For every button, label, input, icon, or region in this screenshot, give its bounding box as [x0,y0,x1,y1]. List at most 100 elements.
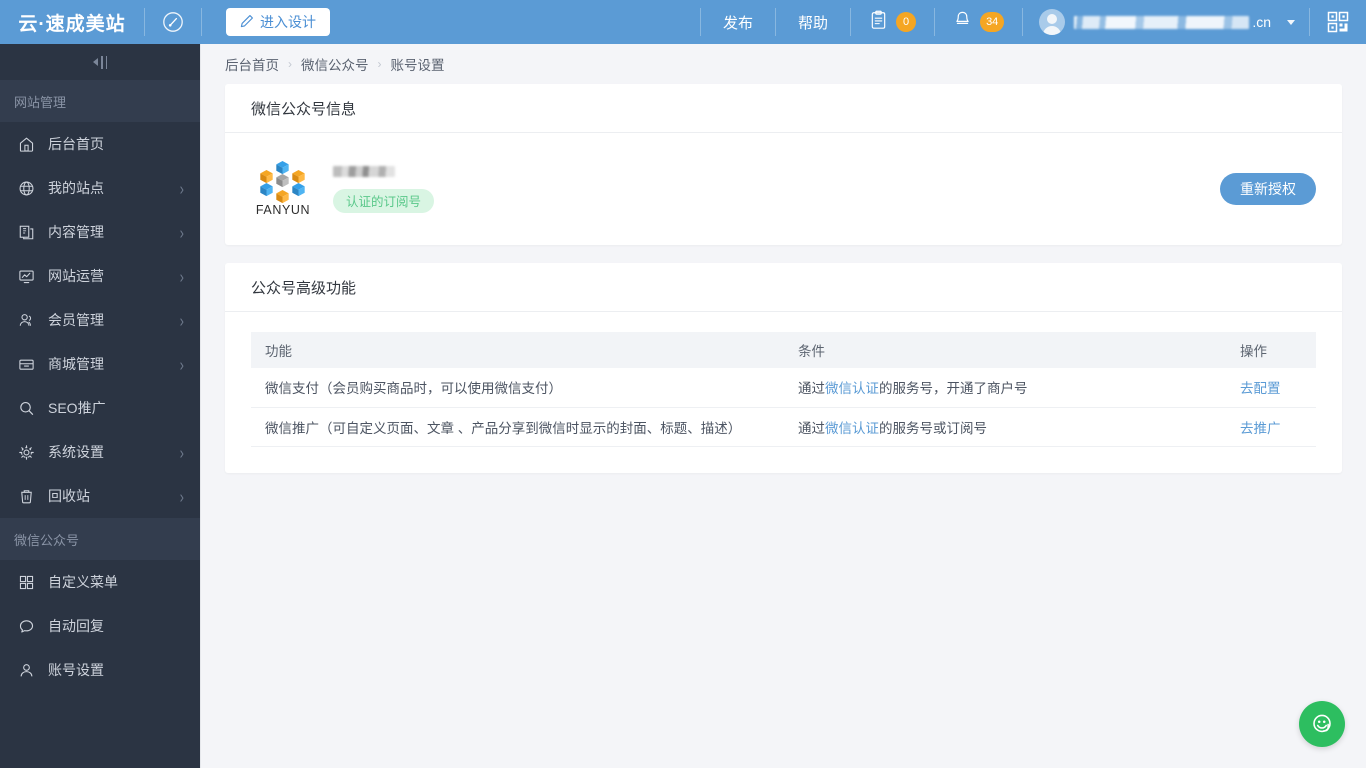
wechat-account-name-redacted [333,165,395,177]
sidebar-item-dashboard[interactable]: 后台首页 [0,122,200,166]
grid-icon [18,574,40,591]
cell-feature: 微信支付（会员购买商品时，可以使用微信支付） [251,368,784,408]
sidebar-item-label: 内容管理 [48,224,104,240]
enter-design-label: 进入设计 [260,14,316,30]
collapse-bar-icon [101,55,103,69]
sidebar-item-label: 自定义菜单 [48,574,118,590]
sidebar-item-label: 会员管理 [48,312,104,328]
go-configure-link[interactable]: 去配置 [1240,381,1281,396]
sidebar-item-custom-menu[interactable]: 自定义菜单 [0,560,200,604]
sidebar-section-wechat: 微信公众号 [0,518,200,560]
cell-feature: 微信推广（可自定义页面、文章 、产品分享到微信时显示的封面、标题、描述） [251,407,784,447]
chat-bubble-icon [18,618,40,635]
sidebar-item-label: 后台首页 [48,136,104,152]
sidebar-item-shop-management[interactable]: 商城管理 › [0,342,200,386]
condition-suffix: 的服务号，开通了商户号 [879,381,1028,397]
sidebar-item-label: 我的站点 [48,180,104,196]
chevron-right-icon: › [179,265,184,287]
avatar [1039,9,1066,35]
enter-design-button[interactable]: 进入设计 [226,8,330,36]
sidebar-item-system-settings[interactable]: 系统设置 › [0,430,200,474]
home-icon [18,136,40,153]
reauthorize-button[interactable]: 重新授权 [1220,173,1316,205]
fanyun-logo: FANYUN [251,157,315,221]
sidebar-item-my-sites[interactable]: 我的站点 › [0,166,200,210]
tasks-button[interactable]: 0 [851,0,934,44]
breadcrumb-separator: › [288,57,292,71]
condition-prefix: 通过 [798,381,825,397]
go-promote-link[interactable]: 去推广 [1240,421,1281,436]
breadcrumb: 后台首页 › 微信公众号 › 账号设置 [201,44,1366,84]
sidebar-item-label: 商城管理 [48,356,104,372]
wechat-verify-link[interactable]: 微信认证 [825,381,879,396]
sidebar-item-label: 网站运营 [48,268,104,284]
cube-orange [276,189,289,204]
sidebar-item-label: 回收站 [48,488,90,504]
monitor-chart-icon [18,268,40,285]
breadcrumb-item-wechat[interactable]: 微信公众号 [301,54,369,74]
table-row: 微信支付（会员购买商品时，可以使用微信支付） 通过微信认证的服务号，开通了商户号… [251,368,1316,408]
sidebar-item-site-operations[interactable]: 网站运营 › [0,254,200,298]
table-head: 功能 条件 操作 [251,332,1316,368]
sidebar-item-label: 账号设置 [48,662,104,678]
chevron-down-icon [1287,19,1295,25]
sidebar-item-account-settings[interactable]: 账号设置 [0,648,200,692]
chevron-right-icon: › [179,177,184,199]
wechat-info-body: FANYUN 认证的订阅号 重新授权 [225,133,1342,245]
cell-condition: 通过微信认证的服务号或订阅号 [784,407,1226,447]
brand-logo[interactable]: 云·速成美站 [0,0,144,44]
sidebar-item-recycle-bin[interactable]: 回收站 › [0,474,200,518]
chevron-right-icon: › [179,309,184,331]
notifications-button[interactable]: 34 [935,0,1022,44]
archive-icon [18,356,40,373]
publish-button[interactable]: 发布 [701,0,775,44]
features-table: 功能 条件 操作 微信支付（会员购买商品时，可以使用微信支付） 通过微信认证的服… [251,332,1316,447]
gauge-icon[interactable] [145,0,201,44]
advanced-features-card: 公众号高级功能 功能 条件 操作 微信支付（会员购买商品时，可以使用微信支付） … [225,263,1342,473]
breadcrumb-separator: › [377,57,382,71]
sidebar-item-label: SEO推广 [48,400,106,416]
collapse-bar-icon [105,55,107,69]
globe-icon [18,180,40,197]
sidebar-item-seo[interactable]: SEO推广 [0,386,200,430]
sidebar: 网站管理 后台首页 我的站点 › 内容管理 › 网站运营 › 会员管理 › 商城… [0,44,200,768]
notifications-badge: 34 [980,12,1005,32]
condition-suffix: 的服务号或订阅号 [879,420,987,436]
bell-icon [953,10,972,35]
column-header-action: 操作 [1226,332,1316,368]
wechat-info-card: 微信公众号信息 FANYUN 认证的订阅号 重新授权 [225,84,1342,245]
customer-service-icon [1313,714,1331,733]
column-header-condition: 条件 [784,332,1226,368]
customer-service-button[interactable] [1299,701,1345,747]
trash-icon [18,488,40,505]
cell-condition: 通过微信认证的服务号，开通了商户号 [784,368,1226,408]
help-button[interactable]: 帮助 [776,0,850,44]
cube-blue [292,182,305,197]
condition-prefix: 通过 [798,420,825,436]
sidebar-item-auto-reply[interactable]: 自动回复 [0,604,200,648]
users-icon [18,312,40,329]
table-body: 微信支付（会员购买商品时，可以使用微信支付） 通过微信认证的服务号，开通了商户号… [251,368,1316,447]
qr-code-icon[interactable] [1310,0,1366,44]
username-suffix: .cn [1252,14,1271,30]
advanced-features-title: 公众号高级功能 [225,263,1342,312]
user-menu[interactable]: .cn [1023,0,1309,44]
sidebar-section-site-management: 网站管理 [0,80,200,122]
sidebar-item-member-management[interactable]: 会员管理 › [0,298,200,342]
sidebar-item-content-management[interactable]: 内容管理 › [0,210,200,254]
username-redacted [1074,15,1250,29]
breadcrumb-item-home[interactable]: 后台首页 [225,54,279,74]
wechat-verify-link[interactable]: 微信认证 [825,421,879,436]
features-table-wrap: 功能 条件 操作 微信支付（会员购买商品时，可以使用微信支付） 通过微信认证的服… [225,312,1342,473]
chevron-right-icon: › [179,353,184,375]
cell-action: 去推广 [1226,407,1316,447]
user-icon [18,662,40,679]
enter-design-wrap: 进入设计 [226,0,330,44]
collapse-sidebar-button[interactable] [0,44,200,80]
logo-cubes [257,160,309,204]
sidebar-item-label: 系统设置 [48,444,104,460]
header-divider [201,8,202,36]
chevron-right-icon: › [179,221,184,243]
sidebar-item-label: 自动回复 [48,618,104,634]
logo-text: FANYUN [255,203,311,217]
